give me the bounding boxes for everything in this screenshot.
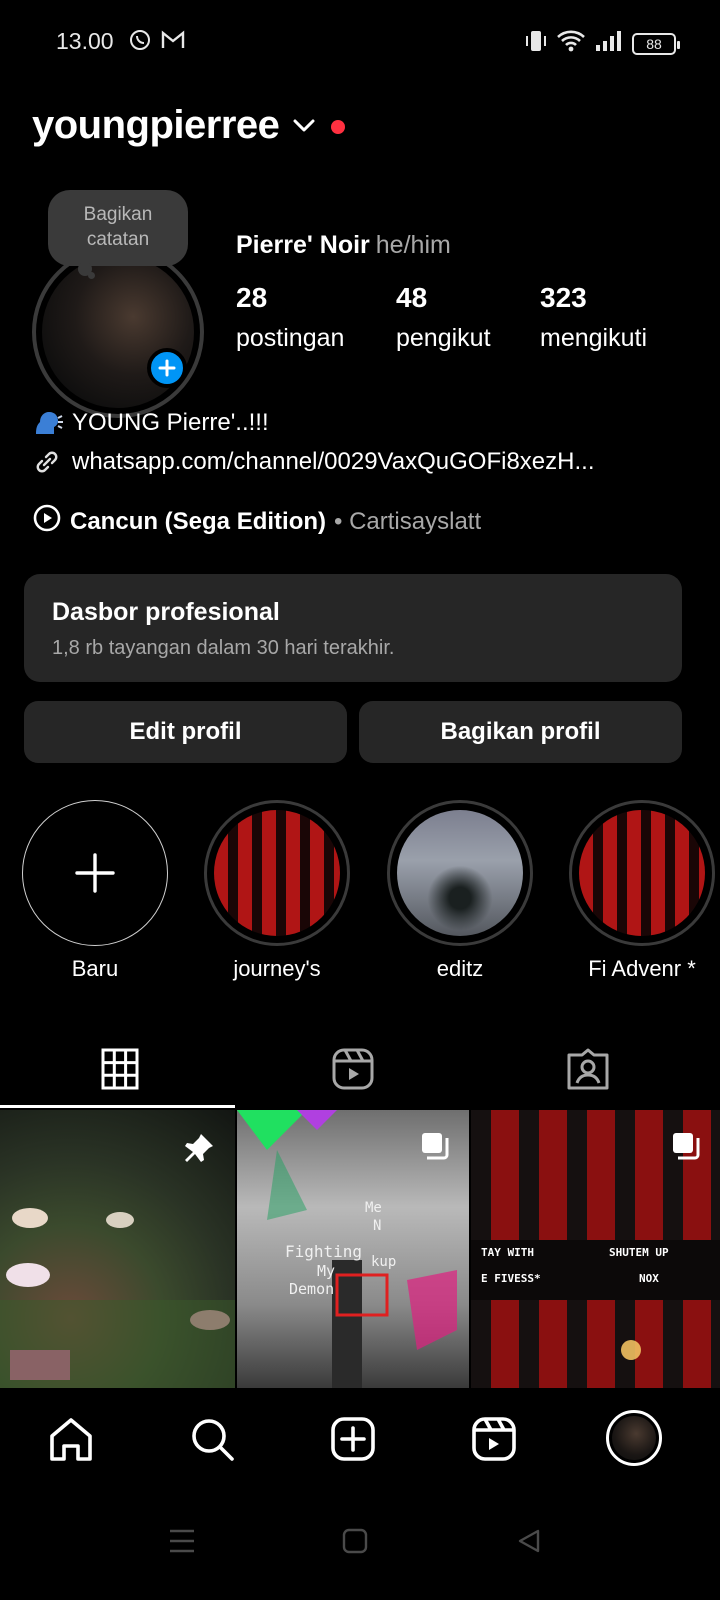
post-thumbnail[interactable]: TAY WITH SHUTEM UP E FIVESS* NOX — [471, 1110, 720, 1388]
post-thumbnail[interactable]: Me N Fighting My Demon kup — [237, 1110, 469, 1388]
music-artist: • Cartisayslatt — [334, 507, 482, 535]
display-name: Pierre' Noir — [236, 231, 370, 259]
tab-tagged[interactable] — [468, 1038, 708, 1100]
tab-reels[interactable] — [233, 1038, 473, 1100]
posts-grid: Me N Fighting My Demon kup TAY WITH SHUT… — [0, 1110, 720, 1388]
active-tab-indicator — [0, 1105, 235, 1108]
link-icon — [32, 447, 66, 477]
battery-indicator: 88 — [632, 32, 680, 55]
post-overlay-text: Me — [365, 1200, 382, 1216]
avatar — [606, 1410, 662, 1466]
whatsapp-icon — [128, 28, 152, 57]
post-overlay-text: TAY WITH — [481, 1246, 534, 1259]
stat-followers[interactable]: 48 pengikut — [396, 282, 491, 353]
dashboard-subtitle: 1,8 rb tayangan dalam 30 hari terakhir. — [52, 637, 395, 659]
post-thumbnail[interactable] — [0, 1110, 235, 1388]
post-overlay-text: kup — [371, 1254, 397, 1270]
post-overlay-text: SHUTEM UP — [609, 1246, 669, 1259]
create-button[interactable] — [328, 1414, 378, 1464]
add-story-button[interactable] — [147, 348, 187, 388]
plus-icon — [158, 359, 176, 377]
add-post-icon — [331, 1417, 375, 1461]
highlight-journeys[interactable]: journey's — [204, 800, 350, 982]
status-time: 13.00 — [56, 28, 114, 54]
edit-profile-button[interactable]: Edit profil — [24, 701, 347, 763]
search-button[interactable] — [187, 1414, 237, 1464]
home-square-icon[interactable] — [342, 1528, 368, 1559]
vibrate-icon — [524, 28, 548, 59]
post-overlay-text: My — [317, 1262, 336, 1280]
back-icon[interactable] — [516, 1528, 542, 1559]
highlight-label: journey's — [233, 956, 321, 981]
highlight-label: Fi Advenr * — [588, 956, 696, 981]
notification-dot — [331, 119, 346, 134]
bio-line: YOUNG Pierre'..!!! — [32, 408, 269, 438]
pronouns: he/him — [375, 231, 451, 259]
post-overlay-text: E FIVESS* — [481, 1272, 541, 1285]
reels-button[interactable] — [469, 1414, 519, 1464]
wifi-icon — [556, 29, 586, 58]
profile-music[interactable]: Cancun (Sega Edition) • Cartisayslatt — [32, 503, 481, 540]
stat-value: 48 — [396, 282, 428, 313]
stat-label: pengikut — [396, 324, 491, 352]
menu-icon[interactable] — [168, 1528, 196, 1559]
bottom-navigation — [0, 1388, 720, 1488]
share-profile-button[interactable]: Bagikan profil — [359, 701, 682, 763]
stat-value: 323 — [540, 282, 587, 313]
chevron-down-icon[interactable] — [293, 119, 315, 138]
stat-following[interactable]: 323 mengikuti — [540, 282, 647, 353]
play-icon — [32, 503, 62, 540]
stat-value: 28 — [236, 282, 268, 313]
highlight-new[interactable]: Baru — [22, 800, 168, 982]
highlight-cover — [397, 810, 523, 936]
search-icon — [192, 1419, 234, 1461]
profile-tabs — [0, 1030, 720, 1108]
dashboard-title: Dasbor profesional — [52, 598, 280, 626]
gmail-icon — [160, 28, 186, 57]
grid-icon — [101, 1048, 139, 1090]
bio-text: YOUNG Pierre'..!!! — [72, 409, 269, 436]
stat-posts[interactable]: 28 postingan — [236, 282, 344, 353]
bio-link[interactable]: whatsapp.com/channel/0029VaxQuGOFi8xezH.… — [32, 447, 595, 477]
post-overlay-text: N — [373, 1218, 382, 1234]
music-title: Cancun (Sega Edition) — [70, 507, 327, 535]
highlight-cover — [214, 810, 340, 936]
status-bar: 13.00 88 — [0, 0, 720, 84]
pinned-icon — [181, 1130, 217, 1171]
avatar[interactable] — [32, 246, 204, 418]
highlight-label: Baru — [71, 956, 119, 981]
post-overlay-text: Fighting — [285, 1242, 363, 1261]
carousel-icon — [670, 1130, 702, 1167]
carousel-icon — [419, 1130, 451, 1167]
username-title[interactable]: youngpierree — [32, 103, 280, 148]
bio-link-text[interactable]: whatsapp.com/channel/0029VaxQuGOFi8xezH.… — [72, 448, 595, 476]
note-text-line2: catatan — [86, 229, 150, 250]
reels-icon — [472, 1417, 516, 1461]
reels-icon — [332, 1048, 374, 1090]
signal-icon — [594, 29, 624, 58]
profile-name: Pierre' Noir he/him — [236, 231, 451, 260]
post-overlay-text: Demon — [289, 1280, 335, 1298]
note-text-line1: Bagikan — [83, 204, 153, 225]
stat-label: postingan — [236, 324, 345, 352]
plus-icon — [75, 853, 115, 893]
system-navigation-bar — [0, 1488, 720, 1600]
tagged-icon — [567, 1048, 609, 1090]
profile-button[interactable] — [604, 1408, 664, 1468]
tab-posts[interactable] — [0, 1038, 240, 1100]
stat-label: mengikuti — [540, 324, 647, 352]
note-bubble[interactable]: Bagikan catatan — [48, 190, 188, 266]
post-overlay-text: NOX — [639, 1272, 659, 1285]
highlight-label: editz — [436, 956, 484, 981]
profile-header: youngpierree — [32, 103, 346, 148]
speaking-head-icon — [32, 408, 66, 438]
highlight-fi-advenr[interactable]: Fi Advenr * — [569, 800, 715, 982]
highlight-editz[interactable]: editz — [387, 800, 533, 982]
professional-dashboard-card[interactable]: Dasbor profesional 1,8 rb tayangan dalam… — [24, 574, 682, 682]
home-icon — [50, 1418, 92, 1461]
highlight-cover — [579, 810, 705, 936]
home-button[interactable] — [46, 1414, 96, 1464]
